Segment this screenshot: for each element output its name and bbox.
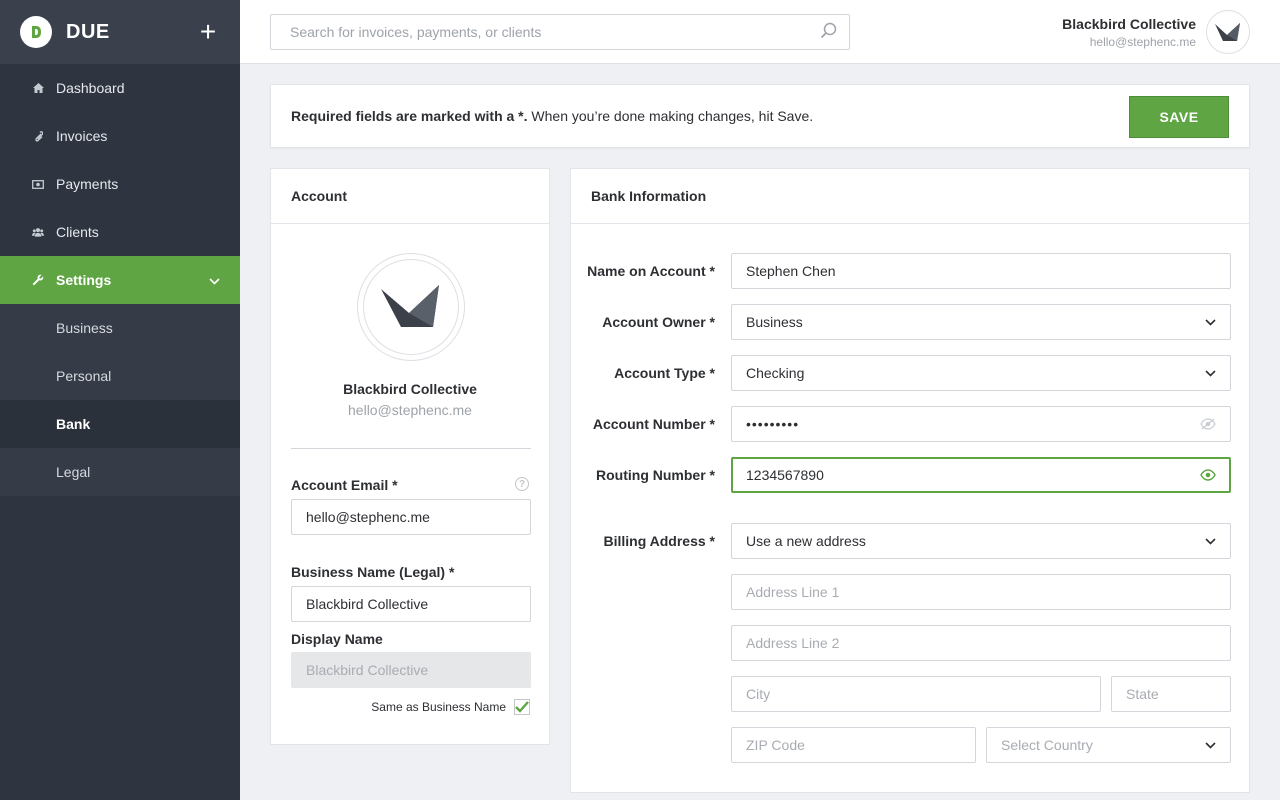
business-name-field[interactable]: Blackbird Collective [291, 586, 531, 622]
account-email-field[interactable]: hello@stephenc.me [291, 499, 531, 535]
eye-icon[interactable] [1200, 469, 1216, 481]
sidebar-item-dashboard[interactable]: Dashboard [0, 64, 240, 112]
home-icon [32, 82, 44, 94]
divider [291, 448, 531, 449]
sidebar-item-label: Settings [56, 272, 112, 288]
brand-name: DUE [66, 20, 110, 43]
help-icon[interactable]: ? [515, 477, 529, 491]
sidebar-item-label: Clients [56, 224, 99, 240]
due-logo-icon[interactable] [20, 16, 52, 48]
account-owner-value: Business [746, 314, 803, 330]
sidebar-subitem-business[interactable]: Business [0, 304, 240, 352]
city-placeholder: City [746, 686, 771, 702]
name-on-account-field[interactable]: Stephen Chen [731, 253, 1231, 289]
account-type-label: Account Type * [614, 365, 715, 381]
account-card: Account Blackbird Collective hello@steph… [270, 168, 550, 745]
user-info[interactable]: Blackbird Collective hello@stephenc.me [1062, 16, 1196, 49]
business-name-label: Business Name (Legal) * [291, 564, 455, 580]
billing-address-label: Billing Address * [603, 533, 715, 549]
name-on-account-label: Name on Account * [587, 263, 715, 279]
wrench-icon [32, 274, 44, 286]
money-icon [32, 178, 44, 190]
routing-number-value: 1234567890 [746, 467, 824, 483]
sidebar-item-settings[interactable]: Settings [0, 256, 240, 304]
chevron-down-icon [1205, 318, 1216, 326]
notice-rest: When you’re done making changes, hit Sav… [527, 108, 814, 124]
display-name-label: Display Name [291, 631, 383, 647]
address-line-1-placeholder: Address Line 1 [746, 584, 840, 600]
account-name: Blackbird Collective [343, 381, 477, 397]
sidebar-item-label: Payments [56, 176, 119, 192]
eye-hidden-icon[interactable] [1200, 418, 1216, 430]
sidebar-subitem-legal[interactable]: Legal [0, 448, 240, 496]
account-type-value: Checking [746, 365, 805, 381]
zip-code-placeholder: ZIP Code [746, 737, 805, 753]
notice-bold: Required fields are marked with a *. [291, 108, 528, 124]
chevron-down-icon [1205, 369, 1216, 377]
sidebar: DUE + Dashboard Invoices Payments Client… [0, 0, 240, 800]
account-owner-select[interactable]: Business [731, 304, 1231, 340]
settings-submenu: Business Personal Bank Legal [0, 304, 240, 496]
account-avatar-inner [363, 259, 459, 355]
account-avatar[interactable] [357, 253, 465, 361]
sidebar-item-clients[interactable]: Clients [0, 208, 240, 256]
add-new-button[interactable]: + [196, 16, 220, 47]
brand-bar: DUE + [0, 0, 240, 64]
search-input[interactable] [290, 24, 820, 40]
account-email-label: Account Email * [291, 477, 398, 493]
account-number-label: Account Number * [592, 416, 715, 432]
routing-number-label: Routing Number * [596, 467, 715, 483]
sidebar-item-label: Invoices [56, 128, 108, 144]
user-email: hello@stephenc.me [1089, 35, 1196, 49]
account-card-title: Account [271, 169, 549, 224]
sidebar-subitem-bank[interactable]: Bank [0, 400, 240, 448]
account-owner-label: Account Owner * [602, 314, 715, 330]
bank-information-card: Bank Information Name on Account * Steph… [570, 168, 1250, 793]
search-box [270, 14, 850, 50]
address-line-2-field[interactable]: Address Line 2 [731, 625, 1231, 661]
account-number-value: ••••••••• [746, 416, 800, 432]
users-icon [32, 226, 44, 238]
zip-code-field[interactable]: ZIP Code [731, 727, 976, 763]
user-name: Blackbird Collective [1062, 16, 1196, 32]
bank-card-title: Bank Information [571, 169, 1249, 224]
top-bar: Blackbird Collective hello@stephenc.me [240, 0, 1280, 64]
paperclip-icon [32, 130, 44, 142]
display-name-field: Blackbird Collective [291, 652, 531, 688]
sidebar-item-payments[interactable]: Payments [0, 160, 240, 208]
account-number-field[interactable]: ••••••••• [731, 406, 1231, 442]
billing-address-value: Use a new address [746, 533, 866, 549]
country-select[interactable]: Select Country [986, 727, 1231, 763]
chevron-down-icon [209, 272, 220, 288]
routing-number-field[interactable]: 1234567890 [731, 457, 1231, 493]
sidebar-subitem-personal[interactable]: Personal [0, 352, 240, 400]
required-fields-notice: Required fields are marked with a *. Whe… [270, 84, 1250, 148]
name-on-account-value: Stephen Chen [746, 263, 836, 279]
address-line-1-field[interactable]: Address Line 1 [731, 574, 1231, 610]
account-email: hello@stephenc.me [348, 402, 472, 418]
state-field[interactable]: State [1111, 676, 1231, 712]
chevron-down-icon [1205, 537, 1216, 545]
search-icon[interactable] [820, 22, 837, 42]
save-button[interactable]: SAVE [1129, 96, 1229, 138]
account-type-select[interactable]: Checking [731, 355, 1231, 391]
city-field[interactable]: City [731, 676, 1101, 712]
same-as-business-label: Same as Business Name [371, 700, 506, 714]
checkmark-icon [515, 701, 529, 713]
sidebar-item-invoices[interactable]: Invoices [0, 112, 240, 160]
billing-address-select[interactable]: Use a new address [731, 523, 1231, 559]
address-line-2-placeholder: Address Line 2 [746, 635, 840, 651]
state-placeholder: State [1126, 686, 1159, 702]
avatar[interactable] [1206, 10, 1250, 54]
same-as-business-checkbox[interactable] [514, 699, 530, 715]
chevron-down-icon [1205, 741, 1216, 749]
country-placeholder: Select Country [1001, 737, 1093, 753]
notice-text: Required fields are marked with a *. Whe… [291, 108, 813, 124]
sidebar-item-label: Dashboard [56, 80, 125, 96]
